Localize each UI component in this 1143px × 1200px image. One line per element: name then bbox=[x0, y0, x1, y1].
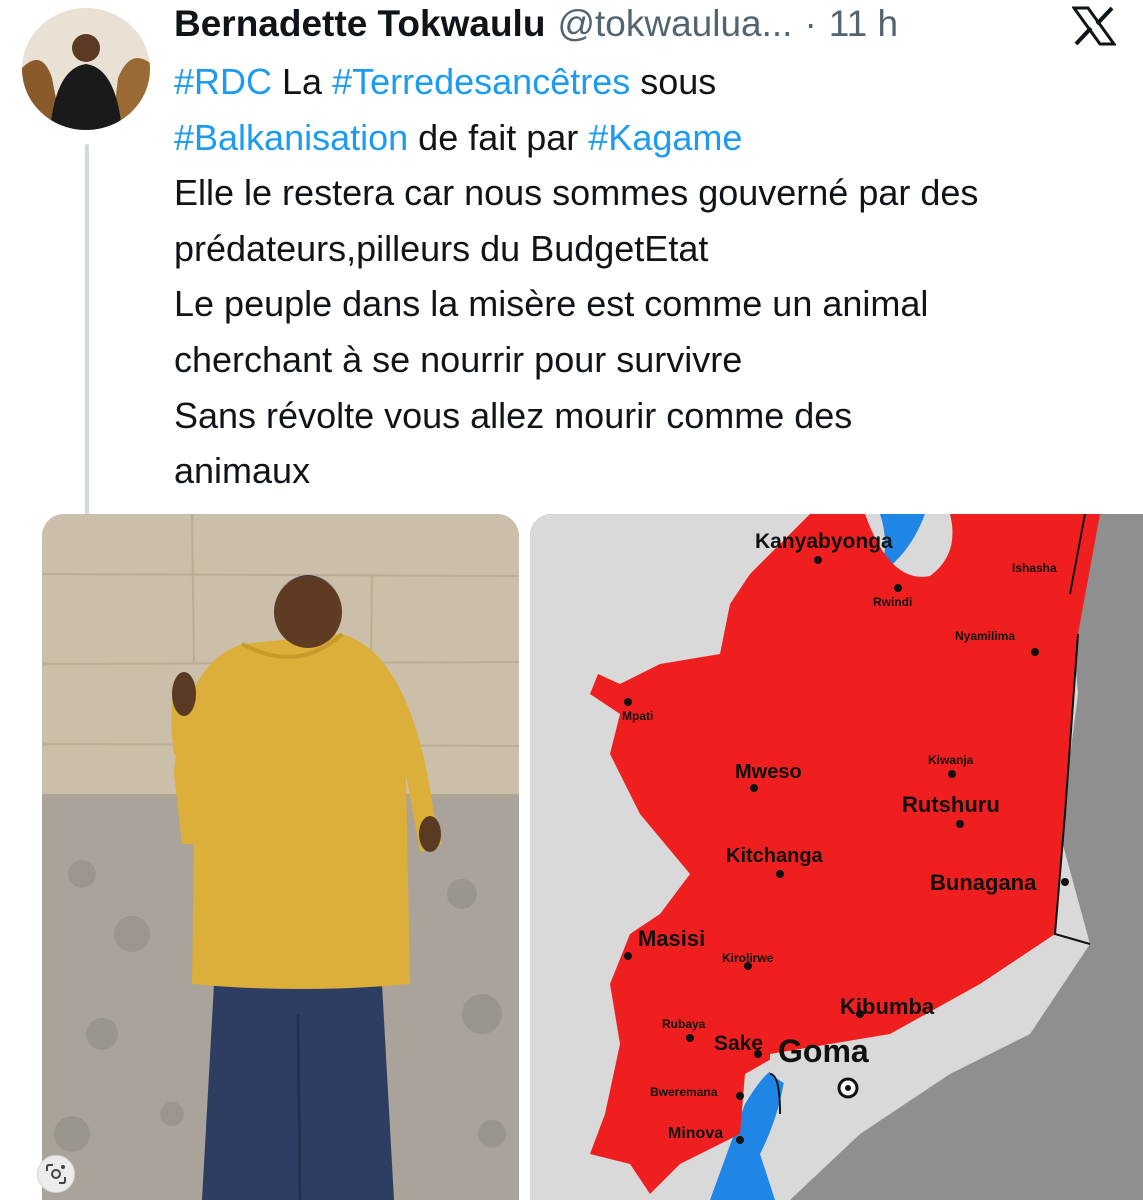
tweet[interactable]: Bernadette Tokwaulu @tokwaulua... · 11 h… bbox=[0, 0, 1143, 1200]
tweet-text-segment: de fait par bbox=[408, 116, 589, 158]
map-label-rubaya: Rubaya bbox=[662, 1017, 706, 1031]
author-handle[interactable]: @tokwaulua... bbox=[557, 3, 792, 45]
hashtag-link[interactable]: #Balkanisation bbox=[174, 117, 408, 158]
map-label-kitchanga: Kitchanga bbox=[726, 845, 824, 867]
author-avatar[interactable] bbox=[22, 8, 150, 130]
tweet-text-line: #RDC La #Terredesancêtres sous bbox=[174, 54, 1124, 110]
tweet-text-line: #Balkanisation de fait par #Kagame bbox=[174, 110, 1124, 166]
tweet-text-line: Sans révolte vous allez mourir comme des bbox=[174, 388, 1124, 444]
tweet-text-line: prédateurs,pilleurs du BudgetEtat bbox=[174, 221, 1124, 277]
google-lens-icon[interactable] bbox=[37, 1155, 75, 1193]
tweet-text-segment: Le peuple dans la misère est comme un an… bbox=[174, 283, 929, 325]
thread-line bbox=[85, 144, 89, 524]
tweet-text-segment: prédateurs,pilleurs du BudgetEtat bbox=[174, 227, 709, 269]
tweet-photo[interactable] bbox=[42, 514, 519, 1200]
map-label-bweremana: Bweremana bbox=[650, 1085, 718, 1099]
meta-separator: · bbox=[804, 3, 817, 44]
map-label-masisi: Masisi bbox=[638, 926, 705, 951]
map-label-mweso: Mweso bbox=[735, 761, 802, 783]
tweet-text-segment: Sans révolte vous allez mourir comme des bbox=[174, 394, 853, 436]
map-label-bunagana: Bunagana bbox=[930, 870, 1037, 895]
tweet-text-line: cherchant à se nourrir pour survivre bbox=[174, 332, 1124, 388]
hashtag-link[interactable]: #Kagame bbox=[588, 117, 742, 158]
tweet-text-line: animaux bbox=[174, 443, 1124, 499]
map-label-minova: Minova bbox=[668, 1125, 723, 1142]
author-name[interactable]: Bernadette Tokwaulu bbox=[174, 3, 545, 45]
map-label-nyamilima: Nyamilima bbox=[955, 629, 1015, 643]
tweet-text-segment: animaux bbox=[174, 450, 311, 492]
tweet-text: #RDC La #Terredesancêtres sous #Balkanisa… bbox=[174, 54, 1124, 499]
map-label-goma: Goma bbox=[778, 1033, 869, 1069]
tweet-text-line: Elle le restera car nous sommes gouverné… bbox=[174, 165, 1124, 221]
map-label-kirolirwe: Kirolirwe bbox=[722, 951, 774, 965]
map-label-kanyabyonga: Kanyabyonga bbox=[755, 530, 893, 553]
map-label-ishasha: Ishasha bbox=[1012, 561, 1057, 575]
map-label-sake: Sake bbox=[714, 1032, 763, 1055]
tweet-text-segment: La bbox=[272, 61, 333, 102]
tweet-text-segment: sous bbox=[630, 61, 717, 102]
hashtag-link[interactable]: #RDC bbox=[174, 61, 272, 102]
map-label-mpati: Mpati bbox=[622, 709, 653, 723]
tweet-map[interactable]: Kanyabyonga Ishasha Rwindi Nyamilima Mpa… bbox=[530, 514, 1143, 1200]
map-label-kiwanja: Kiwanja bbox=[928, 753, 974, 767]
hashtag-link[interactable]: #Terredesancêtres bbox=[332, 61, 630, 102]
tweet-text-segment: Elle le restera car nous sommes gouverné… bbox=[174, 172, 979, 214]
map-label-kibumba: Kibumba bbox=[840, 994, 935, 1019]
tweet-header: Bernadette Tokwaulu @tokwaulua... · 11 h bbox=[174, 0, 898, 48]
tweet-timestamp[interactable]: 11 h bbox=[829, 3, 898, 45]
map-label-rutshuru: Rutshuru bbox=[902, 792, 1000, 817]
map-label-rwindi: Rwindi bbox=[873, 595, 912, 609]
tweet-text-line: Le peuple dans la misère est comme un an… bbox=[174, 276, 1124, 332]
tweet-text-segment: cherchant à se nourrir pour survivre bbox=[174, 338, 743, 380]
x-logo-icon[interactable] bbox=[1072, 6, 1116, 46]
